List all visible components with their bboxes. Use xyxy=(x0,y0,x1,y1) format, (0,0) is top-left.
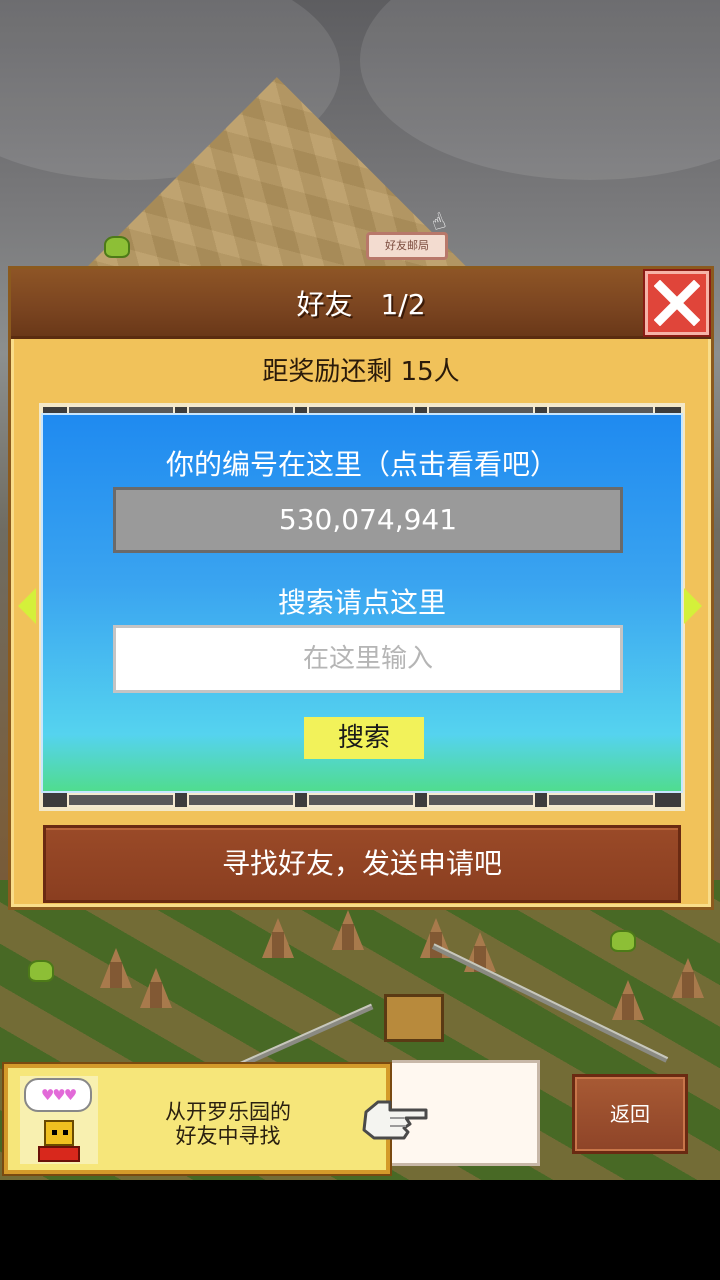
find-friends-button[interactable]: 寻找好友，发送申请吧 xyxy=(43,825,681,903)
rock xyxy=(262,918,294,958)
robot-eye xyxy=(52,1130,57,1135)
player-id-display[interactable]: 530,074,941 xyxy=(113,487,623,553)
search-caption: 搜索请点这里 xyxy=(277,586,446,619)
friend-id-search-input[interactable] xyxy=(113,625,623,693)
rock xyxy=(100,948,132,988)
frame-strip xyxy=(67,793,175,807)
hearts-bubble: ♥♥♥ xyxy=(24,1078,92,1112)
rock xyxy=(612,980,644,1020)
bush xyxy=(104,236,130,258)
robot-body xyxy=(38,1146,80,1162)
frame-strip xyxy=(427,793,535,807)
your-id-caption: 你的编号在这里（点击看看吧） xyxy=(165,448,558,481)
bush xyxy=(610,930,636,952)
rock xyxy=(332,910,364,950)
bush xyxy=(28,960,54,982)
dialog-title: 好友 1/2 xyxy=(296,288,426,321)
well xyxy=(384,994,444,1042)
hand-pointer-icon xyxy=(362,1100,428,1140)
frame-strip xyxy=(307,793,415,807)
cloud xyxy=(360,0,720,180)
back-button[interactable]: 返回 xyxy=(572,1074,688,1154)
reward-remaining-text: 距奖励还剩 15人 xyxy=(262,357,460,387)
robot-avatar: ♥♥♥ xyxy=(20,1076,98,1164)
search-button[interactable]: 搜索 xyxy=(304,717,424,759)
prompt-line-2: 好友中寻找 xyxy=(175,1124,281,1148)
prompt-line-1: 从开罗乐园的 xyxy=(165,1100,291,1124)
previous-page-arrow-icon[interactable] xyxy=(18,588,36,624)
frame-strip xyxy=(547,793,655,807)
rock xyxy=(672,958,704,998)
system-bar xyxy=(0,1180,720,1280)
find-from-kairo-park-text: 从开罗乐园的 好友中寻找 xyxy=(138,1100,318,1148)
kairo-park-friends-panel[interactable]: ♥♥♥ 从开罗乐园的 好友中寻找 xyxy=(4,1064,390,1174)
next-page-arrow-icon[interactable] xyxy=(684,588,702,624)
rock xyxy=(140,968,172,1008)
friend-id-panel: 你的编号在这里（点击看看吧） 530,074,941 搜索请点这里 搜索 xyxy=(41,413,683,793)
friends-dialog: 好友 1/2 距奖励还剩 15人 你的编号在这里（点击看看吧） 530,074,… xyxy=(8,266,714,910)
close-icon xyxy=(654,280,700,326)
robot-eye xyxy=(63,1130,68,1135)
frame-strip xyxy=(187,793,295,807)
close-button[interactable] xyxy=(645,271,709,335)
robot-head xyxy=(44,1120,74,1146)
